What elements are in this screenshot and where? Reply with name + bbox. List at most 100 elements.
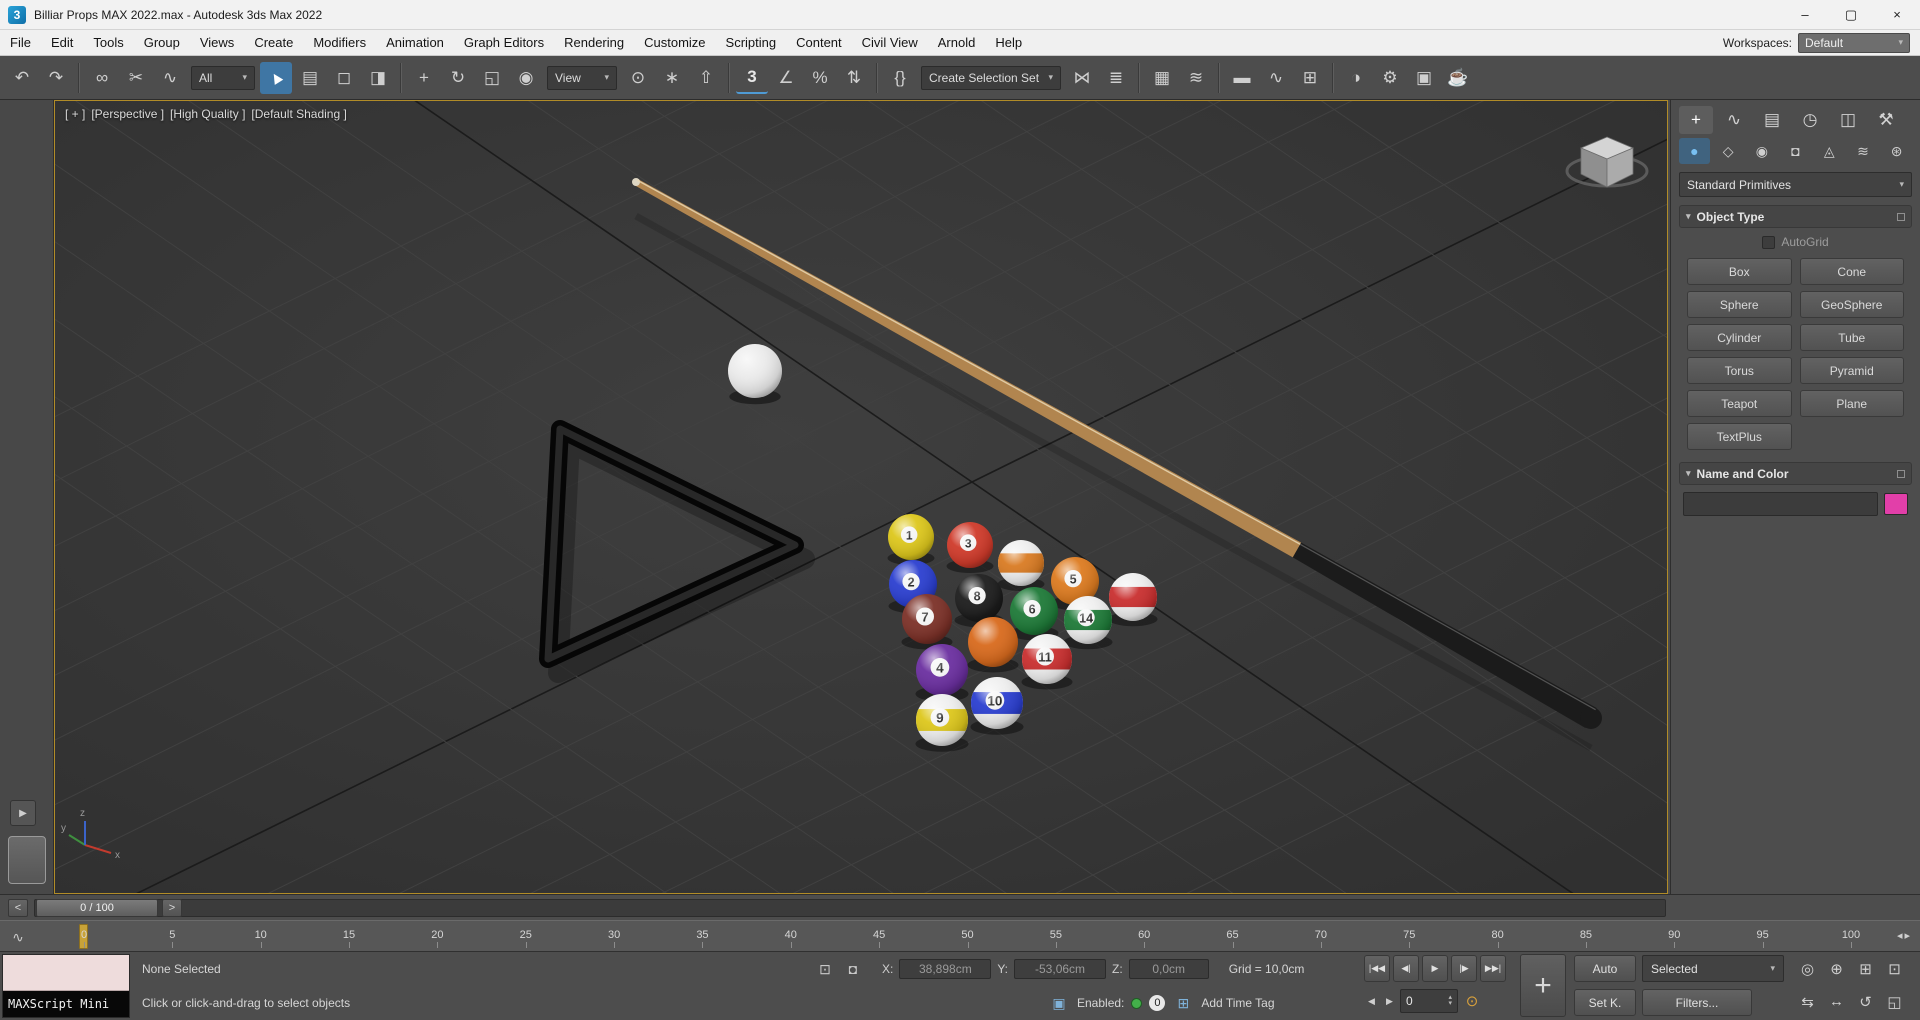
use-pivot-point-center-icon[interactable]: ⊙ (622, 62, 654, 94)
render-production-icon[interactable]: ☕ (1442, 62, 1474, 94)
menu-help[interactable]: Help (985, 30, 1032, 56)
isolate-selection-toggle-icon[interactable]: ⊡ (814, 958, 836, 980)
snaps-toggle-3d-icon[interactable]: 3 (736, 62, 768, 94)
plane-button[interactable]: Plane (1799, 390, 1904, 417)
maxscript-mini-listener[interactable]: MAXScript Mini (2, 954, 130, 1018)
viewport-layout-tab[interactable] (8, 836, 46, 884)
set-keys-button[interactable]: + (1520, 954, 1566, 1017)
coord-field-y-[interactable]: -53,06cm (1014, 959, 1107, 979)
key-mode-toggle-icon[interactable]: ⊙ (1461, 990, 1483, 1012)
name-color-rollout-header[interactable]: ▾ Name and Color (1679, 462, 1912, 485)
select-and-manipulate-icon[interactable]: ∗ (656, 62, 688, 94)
category-dropdown[interactable]: Standard Primitives ▾ (1679, 172, 1912, 197)
next-frame-button[interactable]: |▶ (1451, 955, 1477, 982)
subtab-cameras[interactable]: ◘ (1780, 138, 1811, 164)
selection-filter-dropdown[interactable]: All ▾ (191, 65, 255, 90)
autogrid-checkbox[interactable] (1762, 235, 1776, 249)
zoom-region-icon[interactable]: ⊡ (1881, 955, 1908, 982)
maximize-viewport-toggle-icon[interactable]: ◱ (1881, 988, 1908, 1015)
menu-create[interactable]: Create (244, 30, 303, 56)
cone-button[interactable]: Cone (1799, 258, 1904, 285)
tube-button[interactable]: Tube (1799, 324, 1904, 351)
zoom-extents-icon[interactable]: ⊞ (1852, 955, 1879, 982)
play-button[interactable]: ▶ (1422, 955, 1448, 982)
selection-lock-toggle-icon[interactable]: ◘ (842, 958, 864, 980)
next-key-button[interactable]: ▶ (1382, 989, 1397, 1013)
viewport-shading-label[interactable]: [Default Shading ] (251, 107, 346, 121)
select-object-icon[interactable]: ▲ (260, 61, 292, 94)
track-bar[interactable]: ∿ ◂▸ 0 5 10 15 20 25 30 35 40 45 50 55 60 65 70 75 80 85 9… (0, 920, 1920, 952)
cylinder-button[interactable]: Cylinder (1687, 324, 1792, 351)
viewport-menu-toggle[interactable]: [ + ] (65, 107, 85, 121)
edit-named-selection-sets-icon[interactable]: {} (884, 62, 916, 94)
viewport-quality-label[interactable]: [High Quality ] (170, 107, 245, 121)
spinner-snap-toggle-icon[interactable]: ⇅ (838, 62, 870, 94)
angle-snap-toggle-icon[interactable]: ∠ (770, 62, 802, 94)
align-icon[interactable]: ≣ (1100, 62, 1132, 94)
teapot-button[interactable]: Teapot (1687, 390, 1792, 417)
menu-views[interactable]: Views (190, 30, 244, 56)
time-tag-icon[interactable]: ⊞ (1172, 992, 1194, 1014)
set-key-button[interactable]: Set K. (1574, 989, 1636, 1016)
mini-listener-field[interactable] (3, 955, 129, 991)
box-button[interactable]: Box (1687, 258, 1792, 285)
minimize-button[interactable]: – (1782, 0, 1828, 30)
pyramid-button[interactable]: Pyramid (1799, 357, 1904, 384)
go-to-end-button[interactable]: ▶▶| (1480, 955, 1506, 982)
trackbar-curve-toggle-icon[interactable]: ∿ (6, 925, 30, 949)
pan-view-icon[interactable]: ⇆ (1794, 988, 1821, 1015)
menu-civil-view[interactable]: Civil View (852, 30, 928, 56)
undo-icon[interactable]: ↶ (6, 62, 38, 94)
select-and-scale-icon[interactable]: ◱ (476, 62, 508, 94)
toggle-scene-explorer-icon[interactable]: ▦ (1146, 62, 1178, 94)
go-to-start-button[interactable]: |◀◀ (1364, 955, 1390, 982)
object-type-rollout-header[interactable]: ▾ Object Type (1679, 205, 1912, 228)
menu-content[interactable]: Content (786, 30, 852, 56)
select-and-link-icon[interactable]: ∞ (86, 62, 118, 94)
percent-snap-toggle-icon[interactable]: % (804, 62, 836, 94)
bind-to-space-warp-icon[interactable]: ∿ (154, 62, 186, 94)
maximize-button[interactable]: ▢ (1828, 0, 1874, 30)
subtab-geometry[interactable]: ● (1679, 138, 1710, 164)
close-button[interactable]: × (1874, 0, 1920, 30)
subtab-space-warps[interactable]: ≋ (1848, 138, 1879, 164)
auto-key-button[interactable]: Auto (1574, 955, 1636, 982)
geosphere-button[interactable]: GeoSphere (1799, 291, 1904, 318)
strip-expand-button[interactable]: ▶ (10, 800, 36, 826)
tab-utilities[interactable]: ⚒ (1869, 106, 1903, 134)
menu-modifiers[interactable]: Modifiers (303, 30, 376, 56)
coord-field-z-[interactable]: 0,0cm (1128, 959, 1209, 979)
object-color-swatch[interactable] (1884, 493, 1908, 515)
rendered-frame-window-icon[interactable]: ▣ (1408, 62, 1440, 94)
unlink-selection-icon[interactable]: ✂ (120, 62, 152, 94)
torus-button[interactable]: Torus (1687, 357, 1792, 384)
menu-scripting[interactable]: Scripting (716, 30, 787, 56)
mirror-icon[interactable]: ⋈ (1066, 62, 1098, 94)
toggle-ribbon-icon[interactable]: ▬ (1226, 62, 1258, 94)
key-filters-button[interactable]: Filters... (1642, 989, 1752, 1016)
tab-create[interactable]: + (1679, 106, 1713, 134)
menu-edit[interactable]: Edit (41, 30, 83, 56)
key-selection-dropdown[interactable]: Selected ▾ (1642, 955, 1784, 982)
tab-hierarchy[interactable]: ▤ (1755, 106, 1789, 134)
current-frame-field[interactable]: 0 ▴ ▾ (1400, 989, 1458, 1013)
viewport-canvas[interactable]: 135286714114109xyz (55, 101, 1667, 893)
select-and-place-icon[interactable]: ◉ (510, 62, 542, 94)
trackbar-scroll-arrows[interactable]: ◂▸ (1897, 929, 1912, 942)
rectangular-selection-region-icon[interactable]: ◻ (328, 62, 360, 94)
zoom-all-icon[interactable]: ⊕ (1823, 955, 1850, 982)
adaptive-degradation-icon[interactable]: ▣ (1048, 992, 1070, 1014)
time-slider-handle[interactable]: 0 / 100 (36, 899, 158, 917)
select-and-rotate-icon[interactable]: ↻ (442, 62, 474, 94)
named-selection-sets-dropdown[interactable]: Create Selection Set ▾ (921, 65, 1061, 90)
keyboard-shortcut-override-icon[interactable]: ⇧ (690, 62, 722, 94)
select-and-move-icon[interactable]: + (408, 62, 440, 94)
render-setup-icon[interactable]: ⚙ (1374, 62, 1406, 94)
zoom-icon[interactable]: ◎ (1794, 955, 1821, 982)
tab-motion[interactable]: ◷ (1793, 106, 1827, 134)
subtab-lights[interactable]: ◉ (1746, 138, 1777, 164)
redo-icon[interactable]: ↷ (40, 62, 72, 94)
subtab-shapes[interactable]: ◇ (1713, 138, 1744, 164)
perspective-viewport[interactable]: 135286714114109xyz [ + ][Perspective ][H… (54, 100, 1668, 894)
previous-key-button[interactable]: ◀ (1364, 989, 1379, 1013)
